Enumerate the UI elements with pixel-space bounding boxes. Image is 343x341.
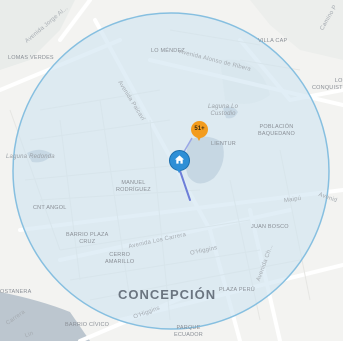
label-costanera: OSTANERA — [0, 289, 32, 295]
label-manuel-rodriguez: MANUEL RODRÍGUEZ — [116, 180, 151, 193]
label-plaza-peru: PLAZA PERÚ — [219, 287, 255, 293]
map-view[interactable]: LOMAS VERDES LO MÉNDEZ VILLA CAP LO CONQ… — [0, 0, 343, 341]
price-marker[interactable]: 51+ — [191, 121, 208, 141]
label-barrio-civico: BARRIO CÍVICO — [65, 322, 110, 328]
home-icon — [174, 155, 185, 164]
label-lo-conquista: LO CONQUIST — [312, 78, 343, 91]
label-cnt-angol: CNT ANGOL — [33, 205, 67, 211]
home-marker[interactable] — [169, 150, 190, 173]
label-parque-ecuador: PARQUE ECUADOR — [174, 325, 203, 338]
label-cerro-amarillo: CERRO AMARILLO — [105, 252, 135, 265]
label-poblacion-baquedano: POBLACIÓN BAQUEDANO — [258, 124, 295, 137]
label-lomas-verdes: LOMAS VERDES — [8, 55, 54, 61]
label-barrio-plaza-cruz: BARRIO PLAZA CRUZ — [66, 232, 109, 245]
label-juan-bosco: JUAN BOSCO — [251, 224, 289, 230]
label-laguna-redonda: Laguna Redonda — [6, 154, 55, 160]
label-villa-cap: VILLA CAP — [258, 38, 288, 44]
label-lientur: LIENTUR — [211, 141, 236, 147]
label-laguna-lo-custodio: Laguna Lo Custodio — [208, 104, 239, 117]
label-concepcion: CONCEPCIÓN — [118, 287, 217, 302]
price-marker-label: 51+ — [194, 126, 205, 132]
